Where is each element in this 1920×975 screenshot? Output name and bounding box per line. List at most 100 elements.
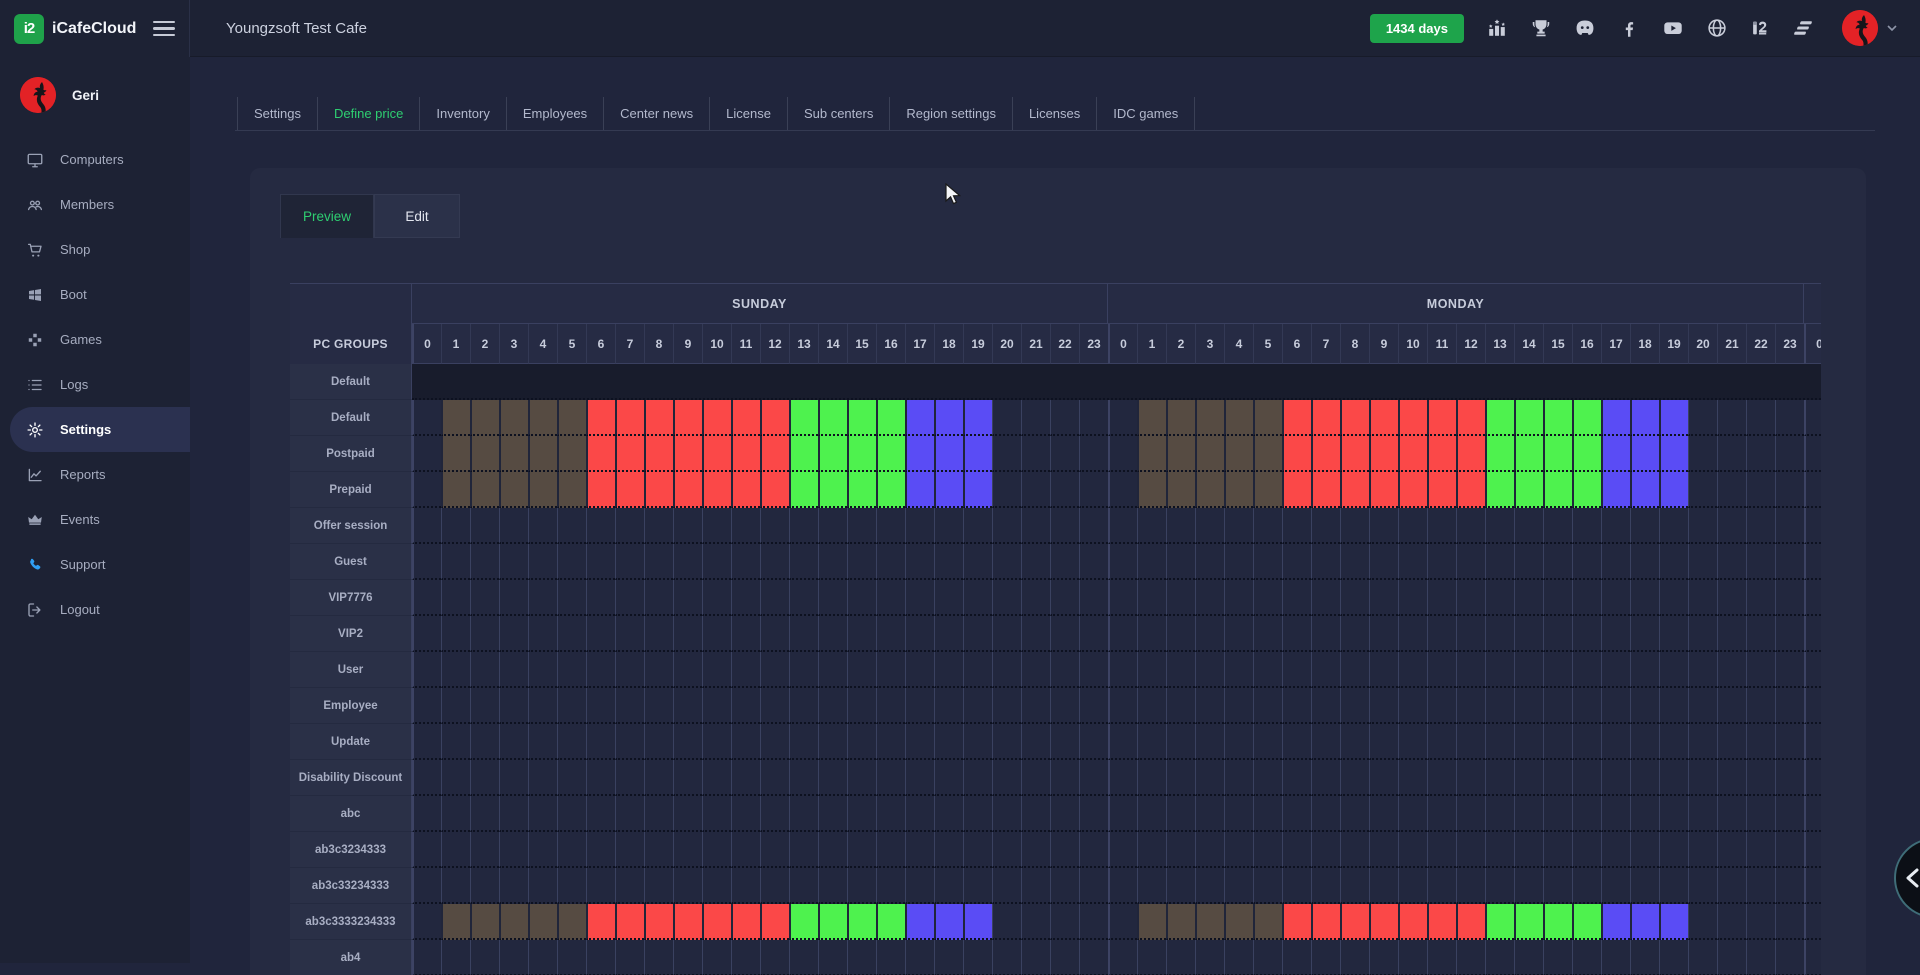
tab-center-news[interactable]: Center news [604, 97, 710, 130]
trophy-icon[interactable] [1530, 17, 1552, 39]
price-cell [1543, 580, 1572, 616]
tab-settings[interactable]: Settings [237, 97, 318, 130]
logout-icon [26, 601, 44, 619]
tab-license[interactable]: License [710, 97, 788, 130]
group-row-label: User [290, 652, 412, 688]
sidebar-item-logs[interactable]: Logs [0, 362, 190, 407]
ranking-icon[interactable] [1486, 17, 1508, 39]
sidebar-item-boot[interactable]: Boot [0, 272, 190, 317]
price-cell [586, 400, 615, 436]
price-cell [1717, 760, 1746, 796]
price-cell [963, 436, 992, 472]
price-cell [470, 832, 499, 868]
price-cell [847, 400, 876, 436]
license-days-badge[interactable]: 1434 days [1370, 14, 1464, 43]
sidebar-item-support[interactable]: Support [0, 542, 190, 587]
price-cell [1746, 652, 1775, 688]
price-cell [1021, 868, 1050, 904]
price-cell [1804, 940, 1821, 975]
price-cell [1485, 472, 1514, 508]
price-cell [1485, 940, 1514, 975]
price-cell [557, 724, 586, 760]
sidebar-item-shop[interactable]: Shop [0, 227, 190, 272]
price-cell [1717, 832, 1746, 868]
page-tabbar: SettingsDefine priceInventoryEmployeesCe… [235, 97, 1875, 131]
sidebar-item-events[interactable]: Events [0, 497, 190, 542]
price-cell [1427, 832, 1456, 868]
price-cell [615, 832, 644, 868]
tab-idc-games[interactable]: IDC games [1097, 97, 1195, 130]
price-cell [1485, 760, 1514, 796]
price-cell [1340, 760, 1369, 796]
price-cell [1282, 688, 1311, 724]
price-cell [1137, 940, 1166, 975]
price-cell [1166, 616, 1195, 652]
tab-licenses[interactable]: Licenses [1013, 97, 1097, 130]
hamburger-menu-icon[interactable] [153, 21, 175, 37]
price-cell [1746, 508, 1775, 544]
price-cell [1282, 724, 1311, 760]
price-cell [470, 760, 499, 796]
facebook-icon[interactable] [1618, 17, 1640, 39]
price-cell [1775, 580, 1804, 616]
price-cell [441, 652, 470, 688]
tab-employees[interactable]: Employees [507, 97, 604, 130]
icafecloud-icon[interactable] [1750, 17, 1772, 39]
topbar-avatar[interactable] [1842, 10, 1878, 46]
tab-sub-centers[interactable]: Sub centers [788, 97, 890, 130]
price-cell [1543, 400, 1572, 436]
price-cell [1456, 436, 1485, 472]
price-cell [1659, 868, 1688, 904]
price-cell [876, 796, 905, 832]
discord-icon[interactable] [1574, 17, 1596, 39]
price-cell [1427, 472, 1456, 508]
group-row-label: Default [290, 400, 412, 436]
price-cell [847, 868, 876, 904]
sidebar-item-computers[interactable]: Computers [0, 137, 190, 182]
price-cell [905, 400, 934, 436]
price-cell [1021, 652, 1050, 688]
price-cell [992, 580, 1021, 616]
price-cell [557, 472, 586, 508]
sidebar-item-games[interactable]: Games [0, 317, 190, 362]
price-cell [963, 544, 992, 580]
price-cell [760, 580, 789, 616]
price-cell [789, 688, 818, 724]
price-cell [1746, 940, 1775, 975]
price-cell [992, 436, 1021, 472]
price-cell [1717, 868, 1746, 904]
price-cell [1224, 616, 1253, 652]
subtab-preview[interactable]: Preview [280, 194, 374, 238]
price-cell [499, 472, 528, 508]
price-cell [992, 724, 1021, 760]
user-menu[interactable] [1842, 10, 1898, 46]
price-cell [1079, 400, 1108, 436]
group-row-label: VIP7776 [290, 580, 412, 616]
price-cell [644, 796, 673, 832]
sidebar-item-logout[interactable]: Logout [0, 587, 190, 632]
youtube-icon[interactable] [1662, 17, 1684, 39]
price-cell [673, 940, 702, 975]
tab-region-settings[interactable]: Region settings [890, 97, 1013, 130]
sidebar-item-settings[interactable]: Settings [10, 407, 190, 452]
price-cell [731, 580, 760, 616]
layers-icon[interactable] [1794, 17, 1816, 39]
price-cell [876, 580, 905, 616]
price-cell [1659, 832, 1688, 868]
price-cell [1514, 940, 1543, 975]
tab-inventory[interactable]: Inventory [420, 97, 506, 130]
subtab-edit[interactable]: Edit [374, 194, 460, 238]
globe-icon[interactable] [1706, 17, 1728, 39]
price-cell [876, 832, 905, 868]
tab-define-price[interactable]: Define price [318, 97, 420, 130]
price-cell [673, 868, 702, 904]
sidebar-item-members[interactable]: Members [0, 182, 190, 227]
price-cell [702, 652, 731, 688]
price-cell [1369, 580, 1398, 616]
price-cell [1137, 580, 1166, 616]
sidebar-item-reports[interactable]: Reports [0, 452, 190, 497]
price-cell [673, 832, 702, 868]
hour-header: 21 [1717, 324, 1746, 364]
price-cell [1688, 796, 1717, 832]
price-cell [1195, 796, 1224, 832]
